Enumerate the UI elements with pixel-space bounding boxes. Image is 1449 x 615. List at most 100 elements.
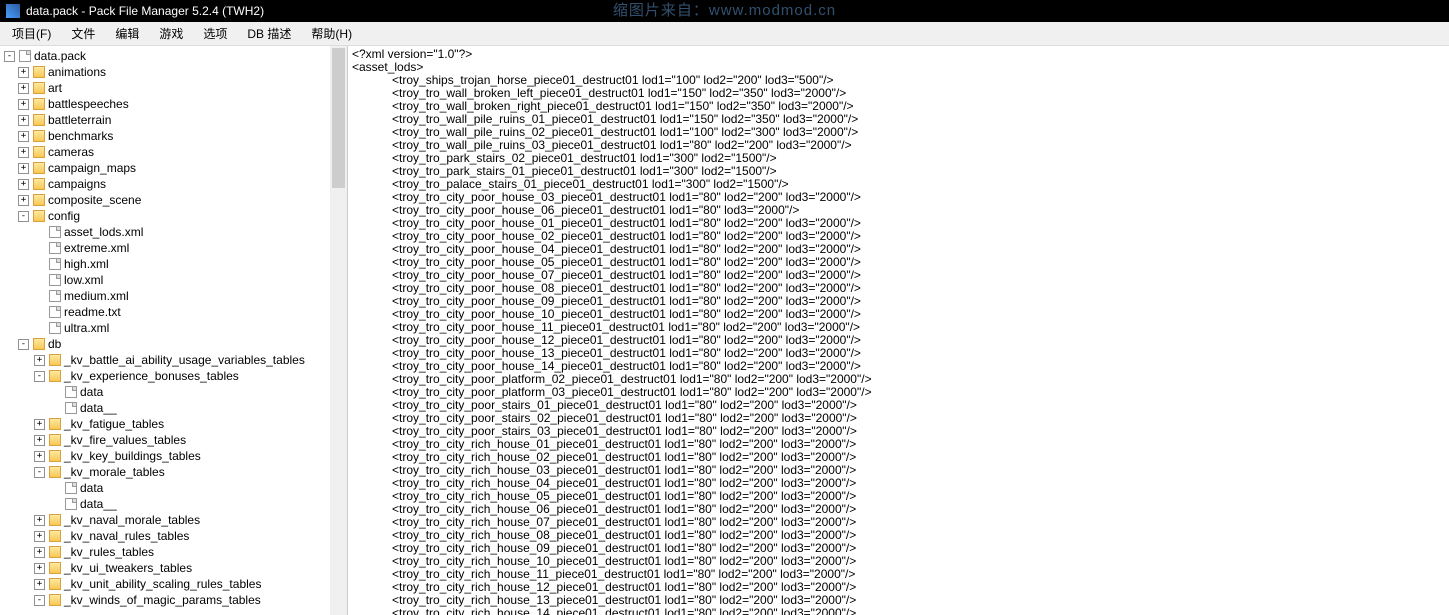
tree-node-label: _kv_unit_ability_scaling_rules_tables <box>64 576 261 592</box>
tree-node[interactable]: +composite_scene <box>0 192 347 208</box>
expand-icon[interactable]: + <box>34 355 45 366</box>
menu-options[interactable]: 选项 <box>193 22 237 45</box>
tree-node-label: extreme.xml <box>64 240 129 256</box>
tree-node[interactable]: +benchmarks <box>0 128 347 144</box>
expand-icon[interactable]: + <box>18 115 29 126</box>
tree-scrollbar[interactable] <box>330 46 347 615</box>
expand-icon[interactable]: + <box>34 435 45 446</box>
tree-node-label: _kv_battle_ai_ability_usage_variables_ta… <box>64 352 305 368</box>
folder-icon <box>49 546 61 558</box>
menu-edit[interactable]: 编辑 <box>105 22 149 45</box>
collapse-icon[interactable]: - <box>34 371 45 382</box>
tree-node[interactable]: +_kv_naval_morale_tables <box>0 512 347 528</box>
file-icon <box>49 290 61 302</box>
file-icon <box>49 306 61 318</box>
tree-node[interactable]: ultra.xml <box>0 320 347 336</box>
folder-icon <box>49 562 61 574</box>
tree-leaf-spacer <box>34 323 45 334</box>
tree-panel: -data.pack+animations+art+battlespeeches… <box>0 46 348 615</box>
collapse-icon[interactable]: - <box>4 51 15 62</box>
collapse-icon[interactable]: - <box>18 339 29 350</box>
tree-node[interactable]: + _kv_unit_ability_scaling_rules_tables <box>0 576 347 592</box>
expand-icon[interactable]: + <box>18 147 29 158</box>
tree-node[interactable]: +_kv_rules_tables <box>0 544 347 560</box>
tree-node[interactable]: + battlespeeches <box>0 96 347 112</box>
tree-node[interactable]: data__ <box>0 496 347 512</box>
tree-node[interactable]: medium.xml <box>0 288 347 304</box>
expand-icon[interactable]: + <box>18 163 29 174</box>
tree-node[interactable]: -db <box>0 336 347 352</box>
menu-db-desc[interactable]: DB 描述 <box>237 22 301 45</box>
tree-node-label: battleterrain <box>48 112 111 128</box>
folder-icon <box>49 530 61 542</box>
folder-icon <box>33 82 45 94</box>
folder-icon <box>33 162 45 174</box>
tree-node[interactable]: +animations <box>0 64 347 80</box>
file-icon <box>49 258 61 270</box>
expand-icon[interactable]: + <box>18 99 29 110</box>
expand-icon[interactable]: + <box>34 531 45 542</box>
menu-game[interactable]: 游戏 <box>149 22 193 45</box>
expand-icon[interactable]: + <box>34 419 45 430</box>
collapse-icon[interactable]: - <box>34 595 45 606</box>
tree-node[interactable]: extreme.xml <box>0 240 347 256</box>
tree-view[interactable]: -data.pack+animations+art+battlespeeches… <box>0 46 347 615</box>
tree-node[interactable]: -_kv_morale_tables <box>0 464 347 480</box>
expand-icon[interactable]: + <box>34 515 45 526</box>
tree-node-label: battlespeeches <box>48 96 129 112</box>
collapse-icon[interactable]: - <box>18 211 29 222</box>
tree-node[interactable]: -data.pack <box>0 48 347 64</box>
tree-node[interactable]: high.xml <box>0 256 347 272</box>
folder-icon <box>49 434 61 446</box>
main-area: -data.pack+animations+art+battlespeeches… <box>0 46 1449 615</box>
menu-file[interactable]: 文件 <box>61 22 105 45</box>
tree-node[interactable]: + _kv_battle_ai_ability_usage_variables_t… <box>0 352 347 368</box>
file-icon <box>65 482 77 494</box>
tree-node-label: campaign_maps <box>48 160 136 176</box>
tree-node[interactable]: + campaign_maps <box>0 160 347 176</box>
tree-node[interactable]: - _kv_winds_of_magic_params_tables <box>0 592 347 608</box>
tree-node[interactable]: +_kv_ui_tweakers_tables <box>0 560 347 576</box>
tree-node-label: config <box>48 208 80 224</box>
expand-icon[interactable]: + <box>18 131 29 142</box>
folder-icon <box>33 66 45 78</box>
tree-node[interactable]: - _kv_experience_bonuses_tables <box>0 368 347 384</box>
scrollbar-thumb[interactable] <box>332 48 345 188</box>
tree-node[interactable]: low.xml <box>0 272 347 288</box>
tree-node[interactable]: +campaigns <box>0 176 347 192</box>
collapse-icon[interactable]: - <box>34 467 45 478</box>
expand-icon[interactable]: + <box>34 563 45 574</box>
watermark-text: 缩图片来自：www.modmod.cn <box>613 0 836 22</box>
tree-node-label: _kv_experience_bonuses_tables <box>64 368 239 384</box>
folder-icon <box>49 578 61 590</box>
file-icon <box>65 386 77 398</box>
expand-icon[interactable]: + <box>18 195 29 206</box>
tree-node[interactable]: asset_lods.xml <box>0 224 347 240</box>
tree-leaf-spacer <box>50 499 61 510</box>
expand-icon[interactable]: + <box>34 579 45 590</box>
tree-node[interactable]: + battleterrain <box>0 112 347 128</box>
xml-viewer[interactable]: <?xml version="1.0"?> <asset_lods> <troy… <box>348 46 1449 615</box>
tree-node[interactable]: +_kv_fatigue_tables <box>0 416 347 432</box>
tree-node[interactable]: +_kv_naval_rules_tables <box>0 528 347 544</box>
expand-icon[interactable]: + <box>34 547 45 558</box>
tree-node[interactable]: +_kv_key_buildings_tables <box>0 448 347 464</box>
app-icon <box>6 4 20 18</box>
tree-node-label: data <box>80 384 103 400</box>
expand-icon[interactable]: + <box>18 83 29 94</box>
menu-help[interactable]: 帮助(H) <box>301 22 362 45</box>
tree-node[interactable]: data <box>0 480 347 496</box>
tree-node[interactable]: +_kv_fire_values_tables <box>0 432 347 448</box>
tree-node[interactable]: +cameras <box>0 144 347 160</box>
file-icon <box>49 242 61 254</box>
tree-node[interactable]: data <box>0 384 347 400</box>
tree-node[interactable]: readme.txt <box>0 304 347 320</box>
tree-node[interactable]: +art <box>0 80 347 96</box>
tree-node-label: _kv_winds_of_magic_params_tables <box>64 592 261 608</box>
tree-node[interactable]: data__ <box>0 400 347 416</box>
expand-icon[interactable]: + <box>34 451 45 462</box>
tree-node[interactable]: - config <box>0 208 347 224</box>
expand-icon[interactable]: + <box>18 67 29 78</box>
menu-project[interactable]: 项目(F) <box>2 22 61 45</box>
expand-icon[interactable]: + <box>18 179 29 190</box>
